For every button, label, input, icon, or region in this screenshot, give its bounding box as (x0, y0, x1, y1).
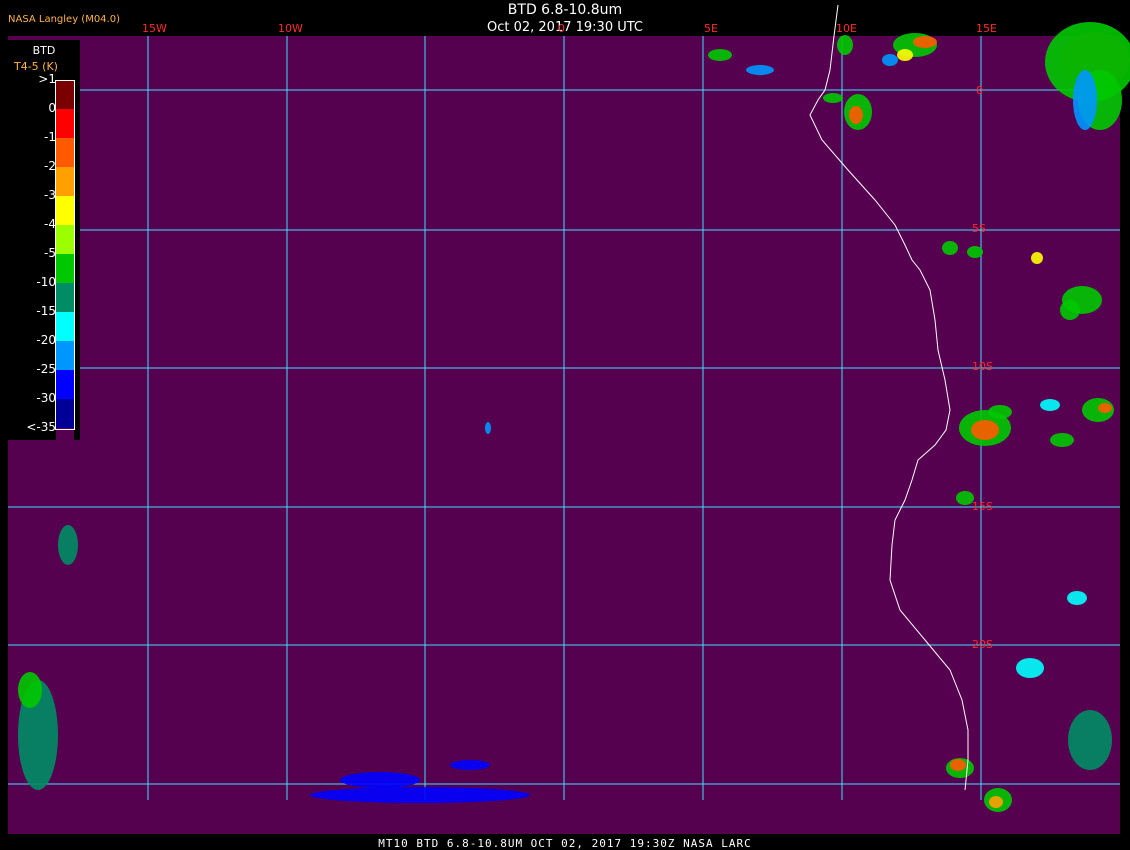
legend-label: >1 (38, 72, 56, 86)
cloud-blob (988, 405, 1012, 419)
cloud-blob (823, 93, 843, 103)
cloud-blob (746, 65, 774, 75)
cloud-blob (1050, 433, 1074, 447)
lon-label-10w: 10W (278, 22, 303, 35)
satellite-map (8, 4, 1130, 834)
legend-title: BTD (32, 44, 56, 57)
cloud-blob (837, 35, 853, 55)
cloud-blob (1060, 300, 1080, 320)
color-legend: BTD T4-5 (K) >1 0 -1 -2 -3 -4 -5 -10 -15 -20 -25 -3… (8, 40, 80, 457)
legend-frame (55, 80, 75, 430)
cloud-blob (1016, 658, 1044, 678)
cloud-blob (942, 241, 958, 255)
lat-label-10s: 10S (972, 360, 993, 373)
legend-label: -15 (36, 304, 56, 318)
lon-label-5e: 5E (704, 22, 718, 35)
image-timestamp: Oct 02, 2017 19:30 UTC (487, 20, 643, 35)
legend-swatch (56, 428, 74, 457)
image-title: BTD 6.8-10.8um (507, 2, 623, 18)
cloud-blob (1073, 70, 1097, 130)
legend-label: -10 (36, 275, 56, 289)
cloud-blob (1031, 252, 1043, 264)
cloud-blob (967, 246, 983, 258)
cloud-blob (58, 525, 78, 565)
lon-label-15e: 15E (976, 22, 997, 35)
footer-caption: MT10 BTD 6.8-10.8UM OCT 02, 2017 19:30Z … (378, 837, 752, 850)
lon-label-0: 0 (558, 22, 565, 35)
lon-label-15w: 15W (142, 22, 167, 35)
cloud-blob (971, 420, 999, 440)
cloud-blob (913, 36, 937, 48)
cloud-blob (340, 772, 420, 788)
cloud-blob (882, 54, 898, 66)
cloud-blob (1098, 403, 1112, 413)
legend-label: -30 (36, 391, 56, 405)
cloud-blob (708, 49, 732, 61)
cloud-blob (950, 759, 966, 771)
producer-label: NASA Langley (M04.0) (8, 14, 120, 25)
cloud-blob (18, 672, 42, 708)
cloud-blob (485, 422, 491, 434)
cloud-blob (849, 106, 863, 124)
cloud-blob (1040, 399, 1060, 411)
lat-label-5s: 5S (972, 222, 986, 235)
cloud-blob (1068, 710, 1112, 770)
cloud-blob (989, 796, 1003, 808)
lat-label-15s: 15S (972, 500, 993, 513)
cloud-blob (310, 787, 530, 803)
cloud-blob (897, 49, 913, 61)
cloud-blob (450, 760, 490, 770)
cloud-blob (1067, 591, 1087, 605)
lat-label-20s: 20S (972, 638, 993, 651)
lon-label-10e: 10E (836, 22, 857, 35)
legend-label: -20 (36, 333, 56, 347)
legend-label: -25 (36, 362, 56, 376)
lat-label-0: 0 (976, 84, 983, 97)
legend-label: <-35 (26, 420, 56, 434)
